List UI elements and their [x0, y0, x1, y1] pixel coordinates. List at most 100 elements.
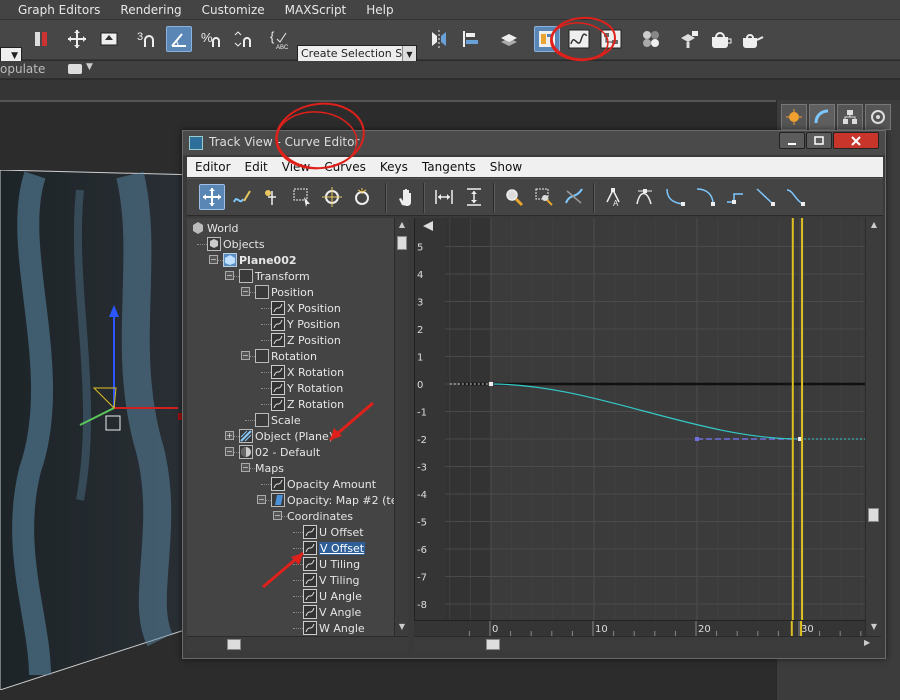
tv-menu-edit[interactable]: Edit: [238, 157, 275, 177]
move-keys-button[interactable]: [199, 184, 225, 210]
render-setup-icon[interactable]: [676, 26, 702, 52]
tree-item[interactable]: Position: [255, 284, 314, 300]
scene-explorer-icon[interactable]: [534, 26, 560, 52]
motion-panel-icon[interactable]: [865, 104, 891, 130]
scroll-up-icon[interactable]: ▲: [866, 220, 882, 229]
edit-named-selection-icon[interactable]: {ABC: [268, 26, 294, 52]
collapse-icon[interactable]: −: [241, 463, 250, 472]
tree-item[interactable]: V Offset: [303, 540, 366, 556]
modify-panel-icon[interactable]: [809, 104, 835, 130]
spinner-snap-icon[interactable]: [230, 26, 256, 52]
tv-menu-keys[interactable]: Keys: [373, 157, 415, 177]
menu-customize[interactable]: Customize: [192, 0, 275, 20]
curve-graph[interactable]: 5 4 3 2 1 0 -1 -2 -3 -4 -5 -6 -7 -8: [414, 218, 865, 636]
tree-item[interactable]: W Angle: [303, 620, 365, 636]
close-button[interactable]: [833, 132, 879, 149]
track-view-window[interactable]: Track View - Curve Editor Editor Edit Vi…: [182, 130, 886, 659]
snap-3d-icon[interactable]: 3: [134, 26, 160, 52]
tv-menu-view[interactable]: View: [275, 157, 317, 177]
zoom-region-button[interactable]: [531, 184, 557, 210]
schematic-view-icon[interactable]: [598, 26, 624, 52]
frame-value-extents-button[interactable]: [461, 184, 487, 210]
tree-item[interactable]: 02 - Default: [239, 444, 320, 460]
tangent-smooth-button[interactable]: [783, 184, 809, 210]
menu-maxscript[interactable]: MAXScript: [275, 0, 357, 20]
tree-item[interactable]: V Tiling: [303, 572, 360, 588]
menu-help[interactable]: Help: [356, 0, 403, 20]
tree-item[interactable]: U Tiling: [303, 556, 360, 572]
rendered-frame-window-icon[interactable]: [708, 26, 734, 52]
tree-item[interactable]: Transform: [239, 268, 310, 284]
tangent-auto-button[interactable]: A: [603, 184, 629, 210]
tv-menu-show[interactable]: Show: [483, 157, 529, 177]
tree-item[interactable]: Y Rotation: [271, 380, 343, 396]
time-ruler[interactable]: 0 10 20 30: [414, 620, 865, 637]
collapse-icon[interactable]: −: [273, 511, 282, 520]
render-production-icon[interactable]: [740, 26, 766, 52]
scroll-down-icon[interactable]: ▼: [395, 622, 409, 631]
tangent-slow-button[interactable]: [693, 184, 719, 210]
tree-item[interactable]: Opacity: Map #2 (te: [271, 492, 394, 508]
tangent-fast-button[interactable]: [663, 184, 689, 210]
hierarchy-panel-icon[interactable]: [837, 104, 863, 130]
material-editor-icon[interactable]: [638, 26, 664, 52]
tree-hscroll-thumb[interactable]: [227, 639, 241, 650]
tree-item[interactable]: Plane002: [223, 252, 297, 268]
populate-label[interactable]: opulate: [0, 62, 45, 76]
tree-item[interactable]: X Rotation: [271, 364, 344, 380]
tree-horizontal-scrollbar[interactable]: [187, 636, 408, 652]
controller-tree[interactable]: World Objects − Plane002− Transform − Position…: [187, 218, 394, 636]
create-panel-icon[interactable]: [781, 104, 807, 130]
menu-graph-editors[interactable]: Graph Editors: [0, 0, 110, 20]
tree-item[interactable]: Z Rotation: [271, 396, 344, 412]
chevron-down-icon[interactable]: ▼: [86, 62, 93, 72]
tv-menu-editor[interactable]: Editor: [187, 157, 238, 177]
tree-vertical-scrollbar[interactable]: ▲ ▼: [394, 218, 408, 636]
tangent-step-button[interactable]: [723, 184, 749, 210]
collapse-icon[interactable]: −: [209, 255, 218, 264]
ribbon-toggle-icon[interactable]: [68, 64, 82, 74]
layer-manager-icon[interactable]: [496, 26, 522, 52]
tree-item[interactable]: Z Position: [271, 332, 341, 348]
move-icon[interactable]: [64, 26, 90, 52]
tv-menu-tangents[interactable]: Tangents: [415, 157, 483, 177]
graph-vscroll-thumb[interactable]: [868, 508, 879, 522]
tree-item[interactable]: Y Position: [271, 316, 340, 332]
tangent-custom-button[interactable]: [633, 184, 659, 210]
tree-item[interactable]: U Offset: [303, 524, 364, 540]
isolate-curve-button[interactable]: [561, 184, 587, 210]
collapse-icon[interactable]: −: [225, 447, 234, 456]
angle-snap-icon[interactable]: [166, 26, 192, 52]
chevron-down-icon[interactable]: ▼: [402, 46, 416, 62]
tree-item[interactable]: Scale: [255, 412, 301, 428]
tree-item[interactable]: Objects: [207, 236, 265, 252]
tree-vscroll-thumb[interactable]: [397, 236, 407, 250]
pan-button[interactable]: [393, 184, 419, 210]
graph-horizontal-scrollbar[interactable]: ▶: [414, 636, 881, 652]
region-tool-button[interactable]: [289, 184, 315, 210]
insert-keys-button[interactable]: [259, 184, 285, 210]
collapse-icon[interactable]: −: [241, 351, 250, 360]
tree-item[interactable]: V Angle: [303, 604, 361, 620]
tree-item[interactable]: Object (Plane): [239, 428, 333, 444]
tangent-linear-button[interactable]: [753, 184, 779, 210]
retime-all-button[interactable]: [349, 184, 375, 210]
scroll-right-icon[interactable]: ▶: [864, 638, 870, 647]
scroll-up-icon[interactable]: ▲: [395, 220, 409, 229]
expand-icon[interactable]: +: [225, 431, 234, 440]
place-icon[interactable]: [96, 26, 122, 52]
tree-item[interactable]: Coordinates: [287, 508, 353, 524]
align-icon[interactable]: [458, 26, 484, 52]
select-and-link-icon[interactable]: [28, 26, 54, 52]
percent-snap-icon[interactable]: %: [198, 26, 224, 52]
graph-hscroll-thumb[interactable]: [486, 639, 500, 650]
maximize-button[interactable]: [806, 132, 832, 149]
scroll-down-icon[interactable]: ▼: [866, 622, 882, 631]
track-view-titlebar[interactable]: Track View - Curve Editor: [183, 131, 885, 155]
tv-menu-curves[interactable]: Curves: [317, 157, 373, 177]
collapse-icon[interactable]: −: [225, 271, 234, 280]
tree-item[interactable]: Rotation: [255, 348, 317, 364]
collapse-icon[interactable]: −: [257, 495, 266, 504]
collapse-icon[interactable]: −: [241, 287, 250, 296]
curve-editor-icon[interactable]: [566, 26, 592, 52]
